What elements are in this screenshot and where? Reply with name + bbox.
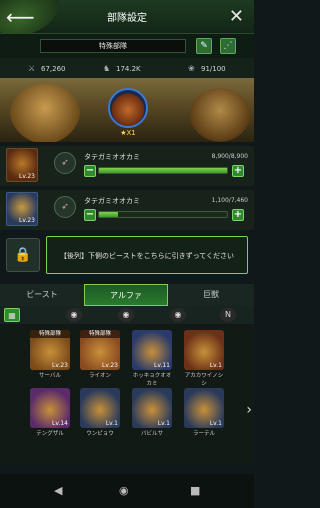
card-name: ウンピョウ: [86, 431, 114, 437]
paw-icon: ❀: [188, 64, 195, 73]
lock-icon: 🔒: [6, 238, 40, 272]
beast-power-stat: ♞ 174.2K: [103, 64, 141, 73]
edit-name-icon[interactable]: ✎: [196, 38, 212, 54]
capacity-value: 91/100: [201, 65, 226, 73]
card-name: バビルサ: [140, 431, 163, 437]
card-name: ラーテル: [192, 431, 215, 437]
n-filter-icon[interactable]: N: [220, 308, 236, 322]
home-nav-icon[interactable]: ◉: [119, 484, 129, 497]
beast-card[interactable]: 特殊部隊 Lv.23: [80, 330, 120, 370]
card-level: Lv.23: [52, 362, 68, 369]
leader-portrait[interactable]: [108, 88, 148, 128]
card-name: アカカワイノシシ: [184, 373, 224, 387]
tab-alpha[interactable]: アルファ: [84, 284, 168, 306]
card-level: Lv.14: [52, 420, 68, 427]
beast-thumb[interactable]: Lv.23: [6, 192, 38, 226]
beast-card[interactable]: Lv.14: [30, 388, 70, 428]
card-level: Lv.11: [154, 362, 170, 369]
card-level: Lv.1: [157, 420, 170, 427]
beast-card[interactable]: Lv.11: [132, 330, 172, 370]
share-icon[interactable]: ⋰: [220, 38, 236, 54]
canine-filter-icon[interactable]: ◉: [118, 308, 134, 322]
lion-image: [10, 84, 80, 142]
grid-filter-icon[interactable]: ▦: [4, 308, 20, 322]
back-nav-icon[interactable]: ◀: [54, 484, 62, 497]
minus-button[interactable]: −: [84, 165, 96, 177]
card-name: ホッキョクオオカミ: [132, 373, 172, 387]
power-value: 67,260: [41, 65, 66, 73]
close-icon[interactable]: ✕: [229, 6, 244, 27]
card-level: Lv.23: [102, 362, 118, 369]
beast-name: タテガミオオカミ: [84, 153, 140, 161]
capacity-stat: ❀ 91/100: [188, 64, 226, 73]
tab-beast[interactable]: ビースト: [0, 284, 84, 306]
claw-icon: ➶: [54, 196, 76, 218]
swords-icon: ⚔: [28, 64, 36, 73]
feline-filter-icon[interactable]: ◉: [66, 308, 82, 322]
lion-image-right: [190, 88, 250, 142]
card-name: テングザル: [36, 431, 64, 437]
beast-card[interactable]: Lv.1: [132, 388, 172, 428]
beast-card[interactable]: 特殊部隊 Lv.23: [30, 330, 70, 370]
tab-giant[interactable]: 巨獣: [168, 284, 254, 306]
page-title: 部隊設定: [107, 13, 147, 24]
beast-level: Lv.23: [19, 217, 35, 224]
card-level: Lv.1: [209, 420, 222, 427]
boar-filter-icon[interactable]: ◉: [170, 308, 186, 322]
chevron-right-icon[interactable]: ›: [246, 402, 252, 418]
squad-badge: 特殊部隊: [30, 330, 70, 338]
leader-rank: ★X1: [120, 129, 136, 137]
hp-fill: [99, 212, 118, 217]
card-level: Lv.1: [209, 362, 222, 369]
recents-nav-icon[interactable]: ■: [190, 484, 200, 497]
drop-hint[interactable]: 【後列】下側のビーストをこちらに引きずってください: [46, 236, 248, 274]
card-name: サーバル: [39, 373, 61, 379]
squad-name-field[interactable]: 特殊部隊: [40, 39, 186, 53]
plus-button[interactable]: +: [232, 165, 244, 177]
claw-icon: ➶: [54, 152, 76, 174]
power-stat: ⚔ 67,260: [28, 64, 66, 73]
beast-thumb[interactable]: Lv.23: [6, 148, 38, 182]
card-level: Lv.1: [105, 420, 118, 427]
card-name: ライオン: [88, 373, 111, 379]
beast-card[interactable]: Lv.1: [184, 388, 224, 428]
minus-button[interactable]: −: [84, 209, 96, 221]
hp-fill: [99, 168, 227, 173]
hp-slider[interactable]: [98, 167, 228, 174]
hp-slider[interactable]: [98, 211, 228, 218]
beast-hp: 8,900/8,900: [211, 153, 248, 160]
wolf-icon: ♞: [103, 64, 111, 73]
beast-power-value: 174.2K: [116, 65, 141, 73]
beast-card[interactable]: Lv.1: [80, 388, 120, 428]
beast-hp: 1,100/7,460: [211, 197, 248, 204]
beast-card[interactable]: Lv.1: [184, 330, 224, 370]
beast-name: タテガミオオカミ: [84, 197, 140, 205]
beast-level: Lv.23: [19, 173, 35, 180]
squad-badge: 特殊部隊: [80, 330, 120, 338]
plus-button[interactable]: +: [232, 209, 244, 221]
